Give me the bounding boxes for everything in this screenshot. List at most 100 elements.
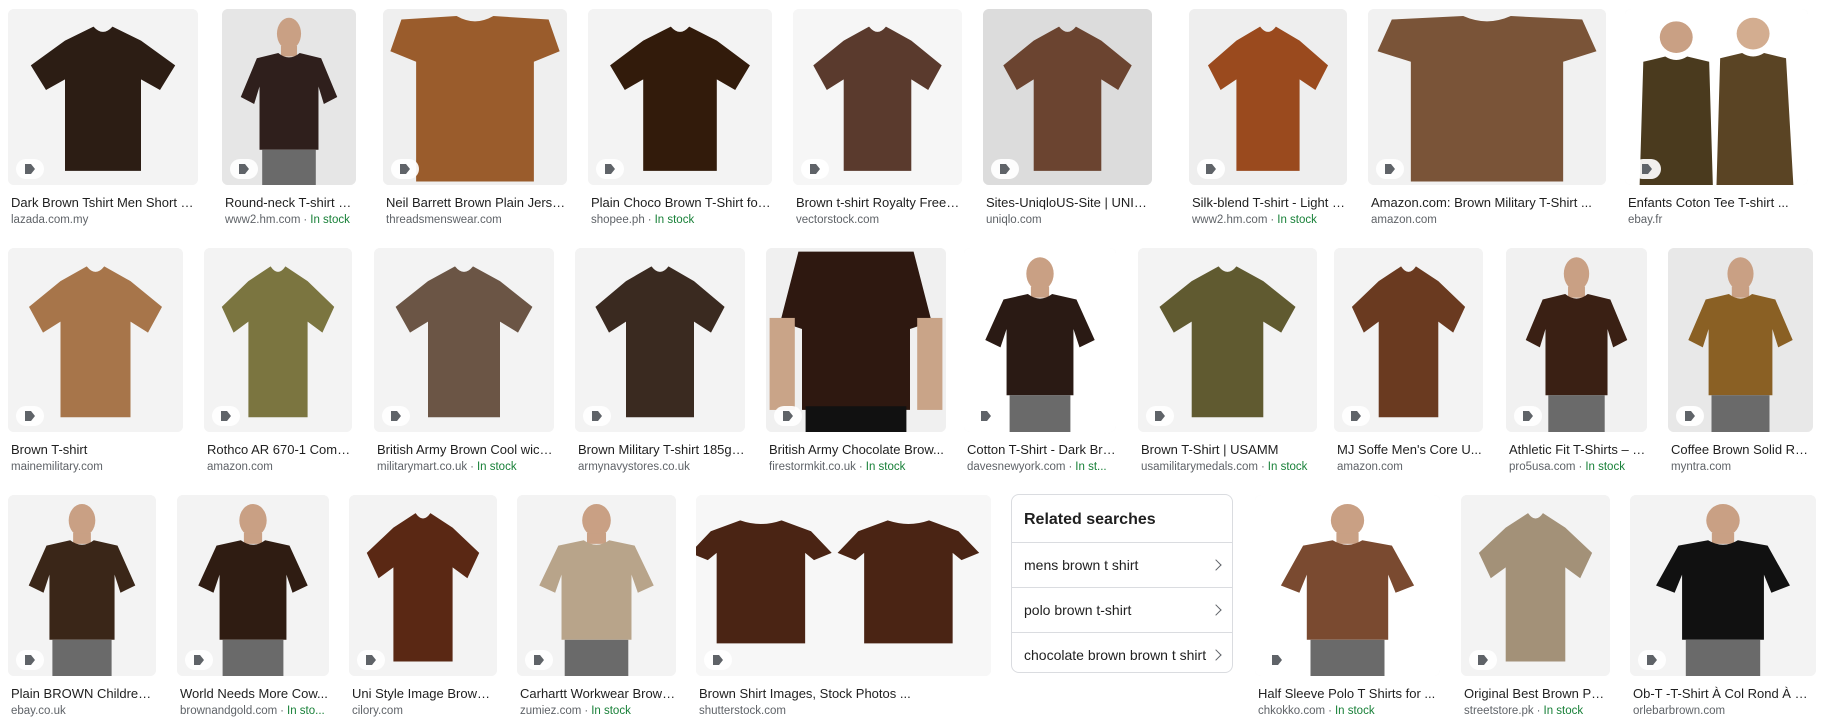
result-thumbnail[interactable] — [964, 248, 1116, 432]
result-thumbnail[interactable] — [766, 248, 946, 432]
result-thumbnail[interactable] — [1506, 248, 1647, 432]
result-title[interactable]: Amazon.com: Brown Military T-Shirt ... — [1368, 195, 1606, 211]
result-thumbnail[interactable] — [374, 248, 554, 432]
result-meta: amazon.com — [204, 460, 352, 474]
result-thumbnail[interactable] — [1138, 248, 1317, 432]
result-title[interactable]: Dark Brown Tshirt Men Short Sl... — [8, 195, 198, 211]
result-title[interactable]: Plain BROWN Childrens ... — [8, 686, 156, 702]
image-result-tile[interactable]: Plain Choco Brown T-Shirt for ... shopee.… — [588, 9, 772, 227]
image-result-tile[interactable]: Brown T-Shirt | USAMM usamilitarymedals.c… — [1138, 248, 1317, 474]
result-thumbnail[interactable] — [696, 495, 991, 676]
image-result-tile[interactable]: Sites-UniqloUS-Site | UNIQLO ... uniqlo.c… — [983, 9, 1152, 227]
related-search-item[interactable]: mens brown t shirt — [1012, 542, 1232, 587]
result-title[interactable]: World Needs More Cow... — [177, 686, 329, 702]
result-source: streetstore.pk — [1464, 705, 1534, 717]
image-result-tile[interactable]: Dark Brown Tshirt Men Short Sl... lazada.… — [8, 9, 198, 227]
result-title[interactable]: Enfants Coton Tee T-shirt ... — [1625, 195, 1808, 211]
stock-status: In sto... — [287, 705, 325, 717]
image-result-tile[interactable]: Enfants Coton Tee T-shirt ... ebay.fr — [1625, 9, 1808, 227]
image-result-tile[interactable]: Half Sleeve Polo T Shirts for ... chkokko… — [1255, 495, 1440, 718]
image-result-tile[interactable]: Amazon.com: Brown Military T-Shirt ... am… — [1368, 9, 1606, 227]
result-thumbnail[interactable] — [575, 248, 745, 432]
result-thumbnail[interactable] — [1189, 9, 1347, 185]
image-result-tile[interactable]: Neil Barrett Brown Plain Jerse... threads… — [383, 9, 567, 227]
result-thumbnail[interactable] — [517, 495, 676, 676]
image-result-tile[interactable]: Plain BROWN Childrens ... ebay.co.uk — [8, 495, 156, 718]
image-result-tile[interactable]: British Army Chocolate Brow... firestormk… — [766, 248, 946, 474]
image-result-tile[interactable]: Rothco AR 670-1 Compl... amazon.com — [204, 248, 352, 474]
image-result-tile[interactable]: MJ Soffe Men's Core U... amazon.com — [1334, 248, 1483, 474]
result-thumbnail[interactable] — [1334, 248, 1483, 432]
result-thumbnail[interactable] — [1255, 495, 1440, 676]
image-result-tile[interactable]: Brown T-shirt mainemilitary.com — [8, 248, 183, 474]
result-title[interactable]: Carhartt Workwear Brown... — [517, 686, 676, 702]
image-result-tile[interactable]: World Needs More Cow... brownandgold.com ·… — [177, 495, 329, 718]
image-result-tile[interactable]: Cotton T-Shirt - Dark Bro... davesnewyork… — [964, 248, 1116, 474]
result-title[interactable]: Sites-UniqloUS-Site | UNIQLO ... — [983, 195, 1152, 211]
result-meta: shutterstock.com — [696, 704, 991, 718]
result-thumbnail[interactable] — [793, 9, 962, 185]
image-result-tile[interactable]: Original Best Brown Pol... streetstore.pk… — [1461, 495, 1610, 718]
result-thumbnail[interactable] — [1368, 9, 1606, 185]
result-title[interactable]: Neil Barrett Brown Plain Jerse... — [383, 195, 567, 211]
result-thumbnail[interactable] — [222, 9, 356, 185]
product-tag-icon — [382, 406, 410, 426]
result-thumbnail[interactable] — [983, 9, 1152, 185]
result-thumbnail[interactable] — [204, 248, 352, 432]
result-title[interactable]: MJ Soffe Men's Core U... — [1334, 442, 1483, 458]
image-result-tile[interactable]: Brown Shirt Images, Stock Photos ... shut… — [696, 495, 991, 718]
result-source: cilory.com — [352, 705, 403, 717]
product-tag-icon — [16, 650, 44, 670]
product-tag-icon — [525, 650, 553, 670]
product-tag-icon — [1263, 650, 1291, 670]
result-meta: shopee.ph · In stock — [588, 213, 772, 227]
result-title[interactable]: British Army Brown Cool wick... — [374, 442, 554, 458]
product-tag-icon — [230, 159, 258, 179]
result-title[interactable]: Brown Shirt Images, Stock Photos ... — [696, 686, 991, 702]
result-title[interactable]: Uni Style Image Brown ... — [349, 686, 497, 702]
result-title[interactable]: British Army Chocolate Brow... — [766, 442, 946, 458]
result-title[interactable]: Brown T-shirt — [8, 442, 183, 458]
result-thumbnail[interactable] — [588, 9, 772, 185]
result-title[interactable]: Original Best Brown Pol... — [1461, 686, 1610, 702]
result-title[interactable]: Silk-blend T-shirt - Light b... — [1189, 195, 1347, 211]
image-result-tile[interactable]: Coffee Brown Solid Ro... myntra.com — [1668, 248, 1813, 474]
result-title[interactable]: Half Sleeve Polo T Shirts for ... — [1255, 686, 1440, 702]
result-title[interactable]: Brown t-shirt Royalty Free V... — [793, 195, 962, 211]
result-title[interactable]: Ob-T -T-Shirt À Col Rond À Co... — [1630, 686, 1816, 702]
image-result-tile[interactable]: Athletic Fit T-Shirts – P... pro5usa.com ·… — [1506, 248, 1647, 474]
image-result-tile[interactable]: Round-neck T-shirt Reg... www2.hm.com·In … — [222, 9, 356, 227]
result-thumbnail[interactable] — [8, 495, 156, 676]
result-thumbnail[interactable] — [1625, 9, 1808, 185]
image-result-tile[interactable]: Uni Style Image Brown ... cilory.com — [349, 495, 497, 718]
result-title[interactable]: Rothco AR 670-1 Compl... — [204, 442, 352, 458]
related-search-item[interactable]: chocolate brown brown t shirt — [1012, 632, 1232, 677]
product-tag-icon — [596, 159, 624, 179]
result-title[interactable]: Coffee Brown Solid Ro... — [1668, 442, 1813, 458]
result-title[interactable]: Cotton T-Shirt - Dark Bro... — [964, 442, 1116, 458]
image-result-tile[interactable]: Silk-blend T-shirt - Light b... www2.hm.c… — [1189, 9, 1347, 227]
meta-separator: · — [1536, 705, 1541, 717]
result-thumbnail[interactable] — [1630, 495, 1816, 676]
image-result-tile[interactable]: Carhartt Workwear Brown... zumiez.com · In … — [517, 495, 676, 718]
result-meta: usamilitarymedals.com · In stock — [1138, 460, 1317, 474]
result-title[interactable]: Brown T-Shirt | USAMM — [1138, 442, 1317, 458]
product-tag-icon — [1146, 406, 1174, 426]
result-thumbnail[interactable] — [383, 9, 567, 185]
image-result-tile[interactable]: Brown Military T-shirt 185gs... armynavys… — [575, 248, 745, 474]
image-result-tile[interactable]: British Army Brown Cool wick... militarym… — [374, 248, 554, 474]
result-thumbnail[interactable] — [1461, 495, 1610, 676]
result-thumbnail[interactable] — [1668, 248, 1813, 432]
result-title[interactable]: Round-neck T-shirt Reg... — [222, 195, 356, 211]
result-title[interactable]: Athletic Fit T-Shirts – P... — [1506, 442, 1647, 458]
image-result-tile[interactable]: Brown t-shirt Royalty Free V... vectorsto… — [793, 9, 962, 227]
result-title[interactable]: Plain Choco Brown T-Shirt for ... — [588, 195, 772, 211]
result-title[interactable]: Brown Military T-shirt 185gs... — [575, 442, 745, 458]
result-source: orlebarbrown.com — [1633, 705, 1726, 717]
image-result-tile[interactable]: Ob-T -T-Shirt À Col Rond À Co... orlebarb… — [1630, 495, 1816, 718]
result-thumbnail[interactable] — [8, 248, 183, 432]
result-thumbnail[interactable] — [8, 9, 198, 185]
result-thumbnail[interactable] — [349, 495, 497, 676]
result-thumbnail[interactable] — [177, 495, 329, 676]
related-search-item[interactable]: polo brown t-shirt — [1012, 587, 1232, 632]
